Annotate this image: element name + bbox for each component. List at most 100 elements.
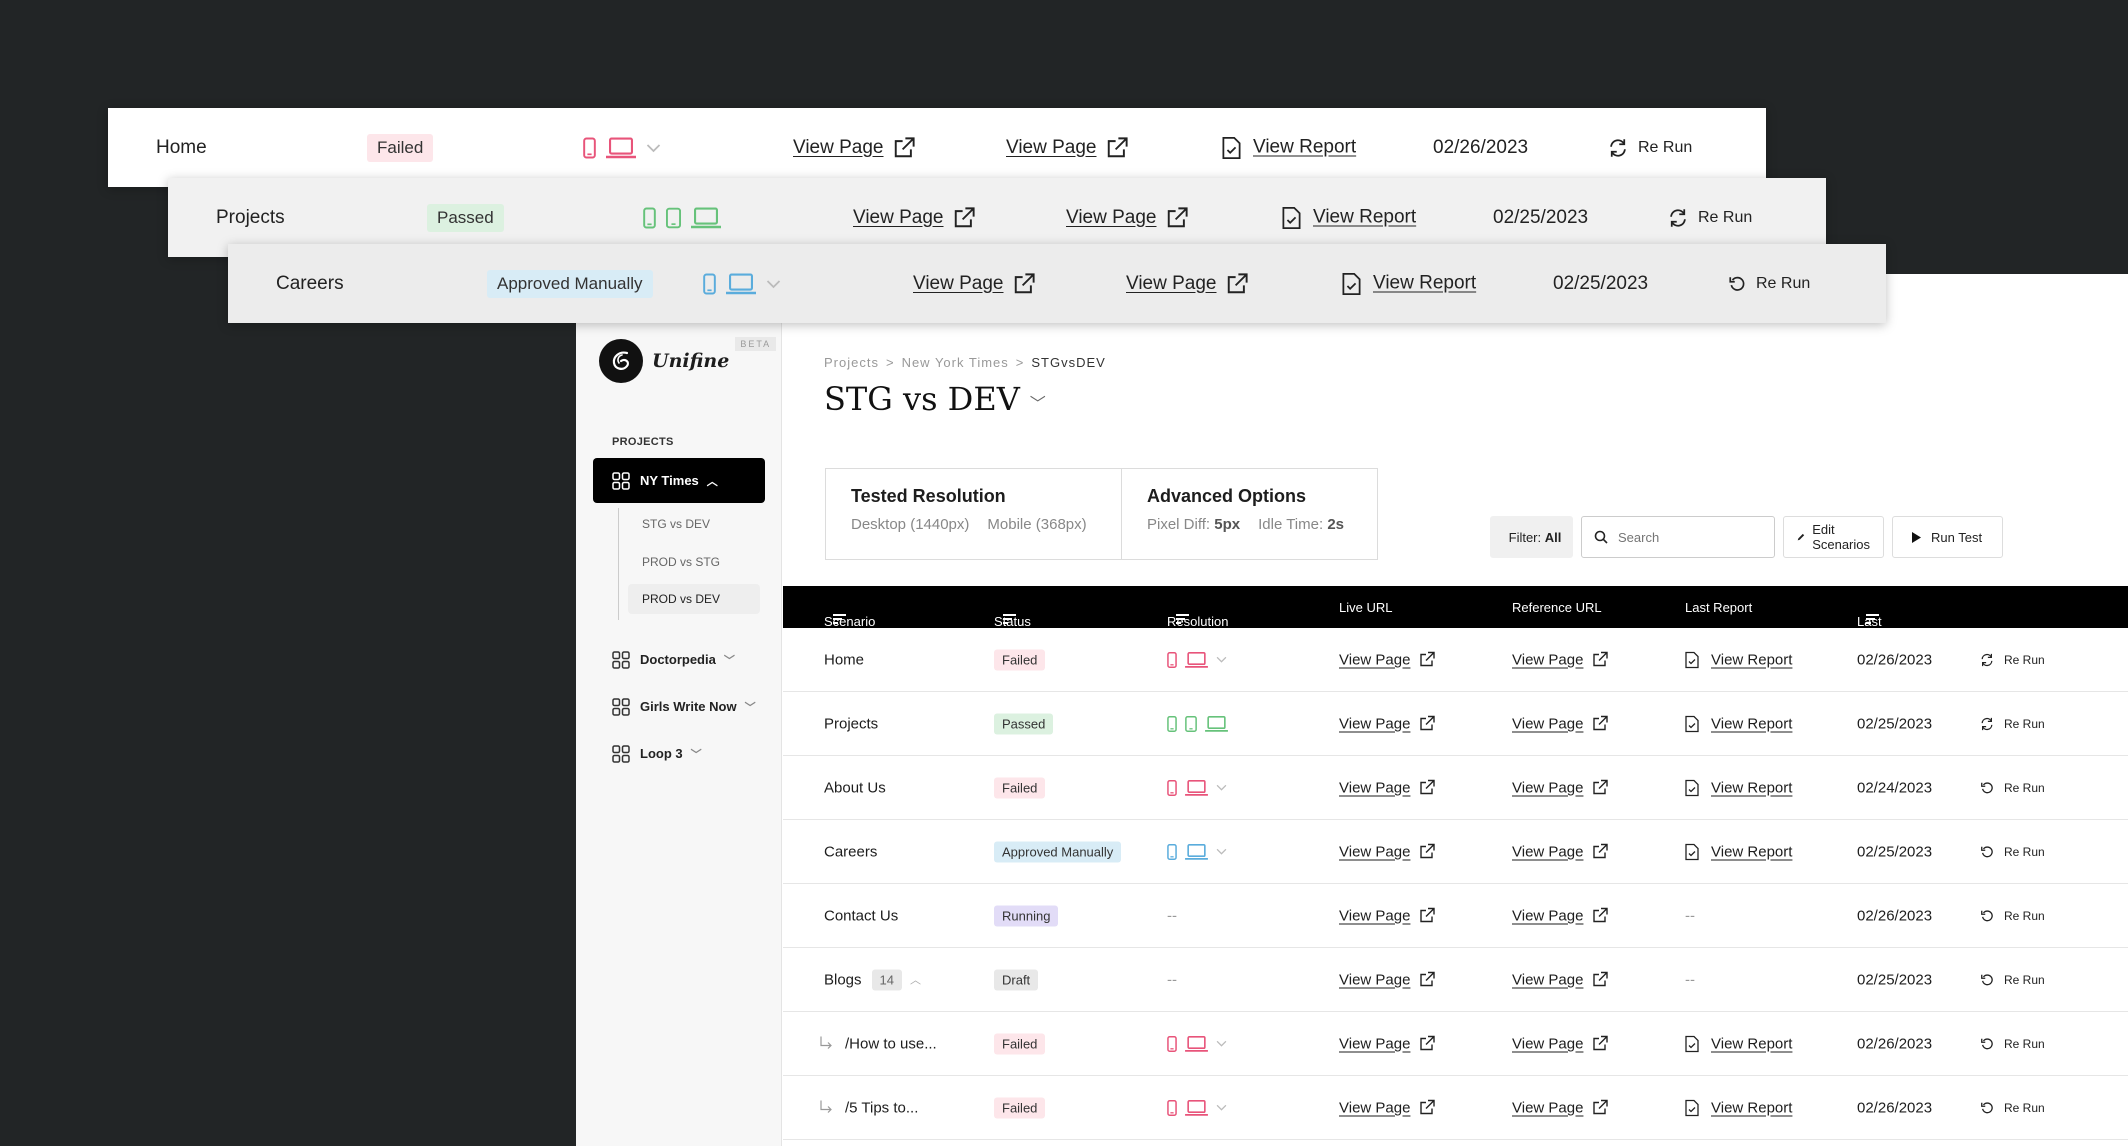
report-doc-icon bbox=[1342, 272, 1361, 295]
chevron-down-icon[interactable] bbox=[1216, 848, 1227, 855]
live-url-link[interactable]: View Page bbox=[1339, 779, 1436, 796]
run-test-button[interactable]: Run Test bbox=[1892, 516, 2003, 558]
reference-url-link[interactable]: View Page bbox=[1512, 971, 1609, 988]
scenario-cell[interactable]: Home bbox=[824, 651, 864, 668]
reference-url-link[interactable]: View Page bbox=[1512, 651, 1609, 668]
scenario-cell[interactable]: Blogs 14 ︿ bbox=[824, 969, 921, 990]
last-report-cell[interactable]: View Report bbox=[1685, 1035, 1792, 1052]
sidebar-item-ny-times[interactable]: NY Times ︿ bbox=[593, 458, 765, 503]
table-row[interactable]: /5 Tips to... Failed View Page View Page… bbox=[783, 1076, 2128, 1140]
last-report-cell[interactable]: View Report bbox=[1685, 779, 1792, 796]
strip-report-link[interactable]: View Report bbox=[1282, 206, 1416, 229]
chevron-down-icon[interactable] bbox=[1216, 1040, 1227, 1047]
chevron-down-icon[interactable] bbox=[1216, 1104, 1227, 1111]
col-last-report: Last Report bbox=[1685, 600, 1753, 615]
rerun-button[interactable]: Re Run bbox=[1980, 717, 2045, 731]
live-url-link[interactable]: View Page bbox=[1339, 651, 1436, 668]
rerun-button[interactable]: Re Run bbox=[1980, 781, 2045, 795]
sidebar-item-label: Loop 3 bbox=[640, 746, 683, 761]
search-input[interactable] bbox=[1618, 529, 1748, 545]
reference-url-link[interactable]: View Page bbox=[1512, 907, 1609, 924]
reference-url-link[interactable]: View Page bbox=[1512, 1035, 1609, 1052]
status-badge: Failed bbox=[994, 1033, 1046, 1054]
mobile-icon bbox=[703, 273, 716, 294]
search-box[interactable] bbox=[1581, 516, 1775, 558]
scenario-cell[interactable]: /5 Tips to... bbox=[819, 1099, 918, 1116]
strip-rerun-button[interactable]: Re Run bbox=[1608, 138, 1692, 158]
external-link-icon bbox=[954, 206, 975, 227]
live-url-link[interactable]: View Page bbox=[1339, 1035, 1436, 1052]
scenario-cell[interactable]: About Us bbox=[824, 779, 886, 796]
sidebar-subitem-prod-vs-dev[interactable]: PROD vs DEV bbox=[628, 584, 760, 614]
breadcrumb-project[interactable]: New York Times bbox=[902, 355, 1009, 370]
table-row[interactable]: Home Failed View Page View Page View Rep… bbox=[783, 628, 2128, 692]
chevron-down-icon: ﹀ bbox=[744, 701, 756, 714]
scenario-cell[interactable]: /How to use... bbox=[819, 1035, 937, 1052]
rerun-label: Re Run bbox=[1638, 138, 1693, 156]
live-url-link[interactable]: View Page bbox=[1339, 1099, 1436, 1116]
last-report-cell: -- bbox=[1685, 971, 1695, 988]
rerun-button[interactable]: Re Run bbox=[1980, 653, 2045, 667]
rerun-button[interactable]: Re Run bbox=[1980, 909, 2045, 923]
last-report-cell[interactable]: View Report bbox=[1685, 843, 1792, 860]
page-title[interactable]: STG vs DEV ﹀ bbox=[824, 380, 1046, 418]
sidebar-subitem-stg-vs-dev[interactable]: STG vs DEV bbox=[628, 509, 760, 539]
breadcrumb-projects[interactable]: Projects bbox=[824, 355, 879, 370]
chevron-down-icon[interactable] bbox=[766, 279, 781, 288]
reference-url-link[interactable]: View Page bbox=[1512, 843, 1609, 860]
rerun-button[interactable]: Re Run bbox=[1980, 973, 2045, 987]
status-badge: Failed bbox=[994, 777, 1046, 798]
strip-rerun-button[interactable]: Re Run bbox=[1668, 208, 1752, 228]
highlight-strip[interactable]: Home Failed View Page View Page View Rep… bbox=[108, 108, 1766, 187]
rerun-button[interactable]: Re Run bbox=[1980, 845, 2045, 859]
external-link-icon bbox=[1593, 907, 1609, 923]
strip-reference-url-link[interactable]: View Page bbox=[1066, 207, 1188, 229]
strip-live-url-link[interactable]: View Page bbox=[913, 273, 1035, 295]
live-url-link[interactable]: View Page bbox=[1339, 907, 1436, 924]
chevron-up-icon[interactable]: ︿ bbox=[910, 972, 921, 988]
live-url-link[interactable]: View Page bbox=[1339, 843, 1436, 860]
strip-report-link[interactable]: View Report bbox=[1222, 136, 1356, 159]
last-report-cell[interactable]: View Report bbox=[1685, 1099, 1792, 1116]
reference-url-link[interactable]: View Page bbox=[1512, 1099, 1609, 1116]
last-report-cell[interactable]: View Report bbox=[1685, 651, 1792, 668]
scenario-cell[interactable]: Contact Us bbox=[824, 907, 898, 924]
last-report-cell[interactable]: View Report bbox=[1685, 715, 1792, 732]
strip-report-link[interactable]: View Report bbox=[1342, 272, 1476, 295]
scenario-cell[interactable]: Projects bbox=[824, 715, 878, 732]
table-row[interactable]: /How to use... Failed View Page View Pag… bbox=[783, 1012, 2128, 1076]
reference-url-link[interactable]: View Page bbox=[1512, 779, 1609, 796]
strip-rerun-button[interactable]: Re Run bbox=[1728, 275, 1810, 293]
rerun-button[interactable]: Re Run bbox=[1980, 1101, 2045, 1115]
child-arrow-icon bbox=[820, 1036, 832, 1049]
chevron-down-icon[interactable] bbox=[646, 143, 661, 152]
view-report-link: View Report bbox=[1711, 779, 1793, 796]
scenario-cell[interactable]: Careers bbox=[824, 843, 877, 860]
logo[interactable]: Unifine BETA bbox=[599, 337, 777, 383]
table-row[interactable]: Contact Us Running -- View Page View Pag… bbox=[783, 884, 2128, 948]
table-row[interactable]: Careers Approved Manually View Page View… bbox=[783, 820, 2128, 884]
report-doc-icon bbox=[1685, 651, 1699, 668]
table-row[interactable]: Projects Passed View Page View Page View… bbox=[783, 692, 2128, 756]
reference-url-link[interactable]: View Page bbox=[1512, 715, 1609, 732]
highlight-strip[interactable]: Careers Approved Manually View Page View… bbox=[228, 244, 1886, 323]
beta-badge: BETA bbox=[735, 337, 777, 351]
sidebar-subitem-prod-vs-stg[interactable]: PROD vs STG bbox=[628, 547, 760, 577]
sidebar-item-doctorpedia[interactable]: Doctorpedia ﹀ bbox=[593, 637, 765, 682]
table-row[interactable]: Blogs 14 ︿ Draft -- View Page View Page -… bbox=[783, 948, 2128, 1012]
strip-reference-url-link[interactable]: View Page bbox=[1006, 137, 1128, 159]
strip-reference-url-link[interactable]: View Page bbox=[1126, 273, 1248, 295]
rerun-button[interactable]: Re Run bbox=[1980, 1037, 2045, 1051]
chevron-down-icon[interactable] bbox=[1216, 656, 1227, 663]
run-test-label: Run Test bbox=[1931, 529, 1983, 545]
filter-button[interactable]: Filter: All bbox=[1490, 516, 1573, 558]
sidebar-item-girls-write-now[interactable]: Girls Write Now ﹀ bbox=[593, 684, 765, 729]
chevron-down-icon[interactable] bbox=[1216, 784, 1227, 791]
live-url-link[interactable]: View Page bbox=[1339, 971, 1436, 988]
strip-live-url-link[interactable]: View Page bbox=[793, 137, 915, 159]
live-url-link[interactable]: View Page bbox=[1339, 715, 1436, 732]
strip-live-url-link[interactable]: View Page bbox=[853, 207, 975, 229]
table-row[interactable]: About Us Failed View Page View Page View… bbox=[783, 756, 2128, 820]
edit-scenarios-button[interactable]: Edit Scenarios bbox=[1783, 516, 1884, 558]
sidebar-item-loop-3[interactable]: Loop 3 ﹀ bbox=[593, 731, 765, 776]
